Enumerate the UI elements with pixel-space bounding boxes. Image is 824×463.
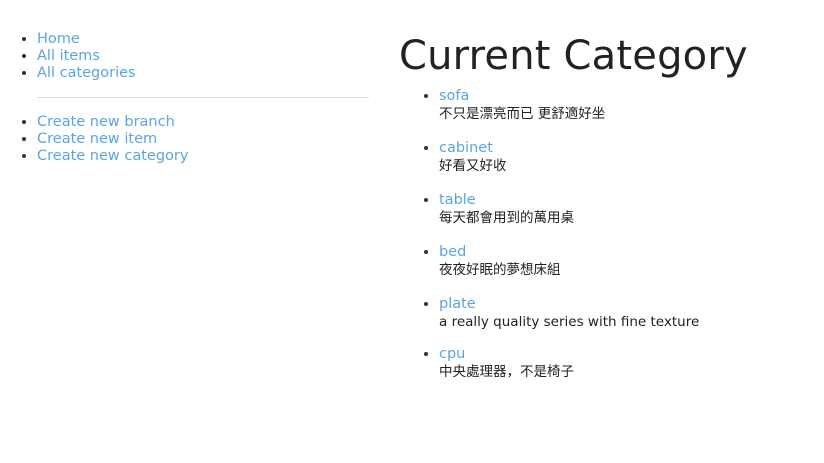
category-item: cabinet 好看又好收 (439, 139, 809, 175)
category-link-cpu[interactable]: cpu (439, 346, 465, 362)
main-content: Current Category sofa 不只是漂亮而已 更舒適好坐 cabi… (399, 28, 809, 397)
sidebar-divider (37, 97, 369, 98)
category-description: 中央處理器，不是椅子 (439, 364, 574, 380)
category-link-plate[interactable]: plate (439, 296, 476, 312)
category-item: bed 夜夜好眠的夢想床組 (439, 243, 809, 279)
nav-item-all-items: All items (37, 48, 370, 65)
action-list: Create new branch Create new item Create… (0, 114, 370, 165)
all-items-link[interactable]: All items (37, 48, 100, 64)
category-description: 夜夜好眠的夢想床組 (439, 262, 561, 278)
category-link-table[interactable]: table (439, 192, 476, 208)
page: Home All items All categories Create new… (0, 0, 824, 463)
action-item-create-item: Create new item (37, 131, 370, 148)
action-item-create-category: Create new category (37, 148, 370, 165)
nav-list: Home All items All categories (0, 31, 370, 82)
all-categories-link[interactable]: All categories (37, 65, 136, 81)
home-link[interactable]: Home (37, 31, 80, 47)
create-new-category-link[interactable]: Create new category (37, 148, 188, 164)
action-item-create-branch: Create new branch (37, 114, 370, 131)
category-link-cabinet[interactable]: cabinet (439, 140, 493, 156)
category-description: a really quality series with fine textur… (439, 314, 700, 330)
category-link-bed[interactable]: bed (439, 244, 466, 260)
category-item: sofa 不只是漂亮而已 更舒適好坐 (439, 87, 809, 123)
category-link-sofa[interactable]: sofa (439, 88, 469, 104)
sidebar: Home All items All categories Create new… (0, 31, 370, 165)
nav-item-all-categories: All categories (37, 65, 370, 82)
page-title: Current Category (399, 33, 748, 79)
category-item: plate a really quality series with fine … (439, 295, 809, 331)
category-description: 不只是漂亮而已 更舒適好坐 (439, 106, 606, 122)
category-description: 每天都會用到的萬用桌 (439, 210, 574, 226)
category-list: sofa 不只是漂亮而已 更舒適好坐 cabinet 好看又好收 table 每… (399, 87, 809, 381)
nav-item-home: Home (37, 31, 370, 48)
category-description: 好看又好收 (439, 158, 507, 174)
create-new-item-link[interactable]: Create new item (37, 131, 157, 147)
category-item: table 每天都會用到的萬用桌 (439, 191, 809, 227)
category-item: cpu 中央處理器，不是椅子 (439, 345, 809, 381)
create-new-branch-link[interactable]: Create new branch (37, 114, 175, 130)
